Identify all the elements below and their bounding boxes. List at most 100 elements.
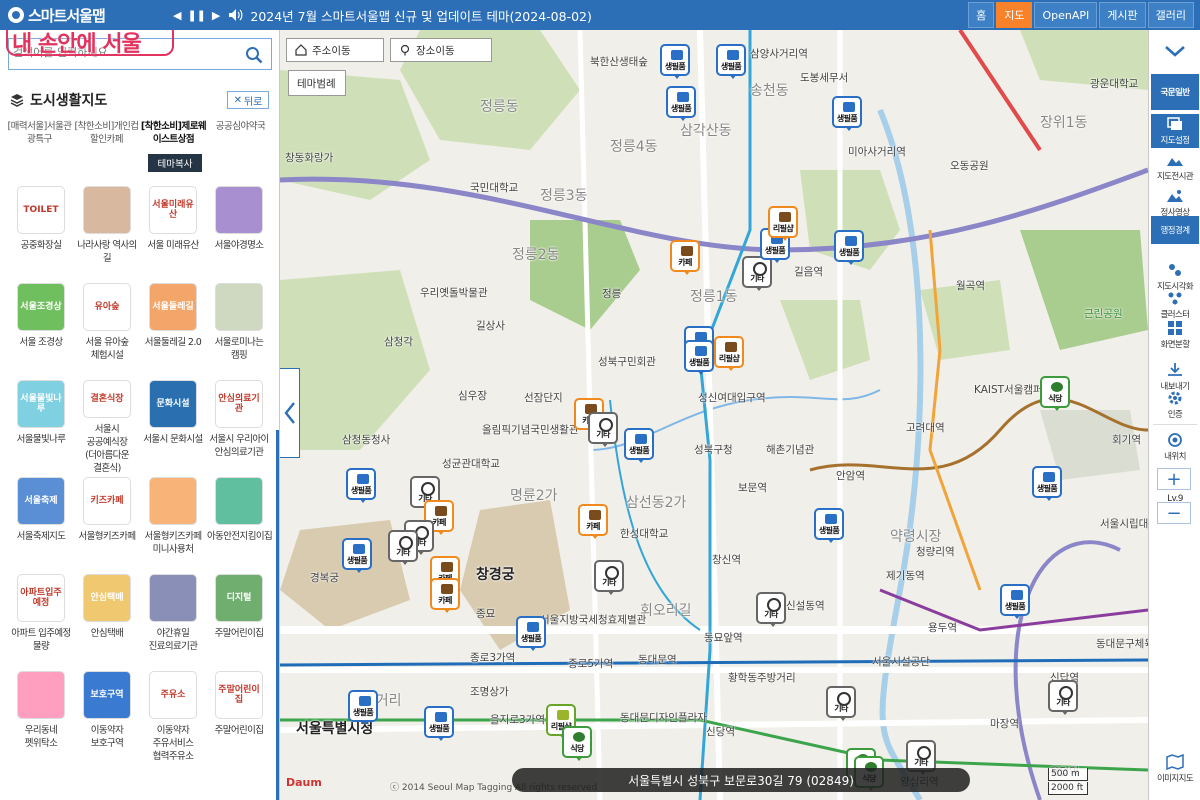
place-move-button[interactable]: 장소이동: [390, 38, 492, 62]
theme-item[interactable]: 주유소 이동약자 주유서비스 협력주유소: [140, 669, 206, 766]
theme-item[interactable]: 결혼식장 서울시 공공예식장(더아름다운 결혼식): [74, 378, 140, 475]
pin-icon: [400, 44, 410, 56]
menu-home[interactable]: 홈: [968, 2, 995, 28]
theme-item[interactable]: 서울미래유산 서울 미래유산: [140, 184, 206, 281]
map-marker-gray[interactable]: 기타: [742, 256, 772, 291]
auth-button[interactable]: 인증: [1151, 388, 1199, 422]
map-place-label: 동묘앞역: [704, 632, 743, 644]
notice[interactable]: 2024년 7월 스마트서울맵 신규 및 업데이트 테마(2024-08-02): [228, 6, 592, 25]
theme-item[interactable]: 서울형키즈카페 미니사용처: [140, 475, 206, 572]
tab-zero-waste[interactable]: [착한소비]제로웨이스트상점: [140, 120, 207, 146]
map-marker-blue[interactable]: 생필품: [424, 706, 454, 741]
theme-item[interactable]: 보호구역 이동약자 보호구역: [74, 669, 140, 766]
theme-item[interactable]: 서울물빛나루 서울물빛나루: [8, 378, 74, 475]
map-marker-blue[interactable]: 생필품: [684, 340, 714, 375]
pause-icon[interactable]: ❚❚: [187, 9, 205, 22]
theme-item[interactable]: 서울축제 서울축제지도: [8, 475, 74, 572]
next-icon[interactable]: ▶: [212, 9, 220, 22]
map-view[interactable]: 주소이동 장소이동 테마범례 북한산생태숲 정릉동 삼각산동 송천동 도봉세무서 정릉4동…: [280, 30, 1148, 800]
theme-item[interactable]: TOILET 공중화장실: [8, 184, 74, 281]
map-base-button[interactable]: 지도전시관: [1151, 150, 1199, 184]
theme-item[interactable]: 야간휴일 진료의료기관: [140, 572, 206, 669]
satellite-icon: [1167, 190, 1183, 202]
sidebar-collapse-button[interactable]: [280, 368, 300, 458]
map-marker-green[interactable]: 식당: [562, 726, 592, 761]
zoom-in-button[interactable]: +: [1157, 468, 1191, 490]
map-marker-blue[interactable]: 생필품: [1032, 466, 1062, 501]
map-marker-blue[interactable]: 생필품: [624, 428, 654, 463]
map-marker-blue[interactable]: 생필품: [516, 616, 546, 651]
map-marker-orange[interactable]: 카페: [578, 504, 608, 539]
map-marker-gray[interactable]: 기타: [388, 530, 418, 565]
theme-item[interactable]: 아파트입주예정 아파트 입주예정 물량: [8, 572, 74, 669]
map-place-label: 오동공원: [950, 160, 989, 172]
menu-openapi[interactable]: OpenAPI: [1034, 2, 1098, 28]
my-location-button[interactable]: 내위치: [1151, 428, 1199, 466]
marker-label: 카페: [678, 258, 692, 267]
smart-seoul-map-app: 스마트서울맵 ◀ ❚❚ ▶ 2024년 7월 스마트서울맵 신규 및 업데이트 …: [0, 0, 1200, 800]
layer-title: 도시생활지도: [10, 90, 107, 110]
admin-boundary-label: 행정경계: [1160, 226, 1190, 236]
cluster-button[interactable]: 클러스터: [1151, 288, 1199, 322]
theme-item[interactable]: 안심의료기관 서울시 우리아이 안심의료기관: [206, 378, 272, 475]
theme-item[interactable]: 디지털 주말어린이집: [206, 572, 272, 669]
image-map-button[interactable]: 이미지지도: [1151, 752, 1199, 786]
map-marker-gray[interactable]: 기타: [826, 686, 856, 721]
tab-night-pharmacy[interactable]: 공공심야약국: [207, 120, 274, 146]
map-marker-blue[interactable]: 생필품: [716, 44, 746, 79]
map-marker-blue[interactable]: 생필품: [666, 86, 696, 121]
menu-map[interactable]: 지도: [996, 2, 1033, 28]
theme-item[interactable]: 문화시설 서울시 문화시설: [140, 378, 206, 475]
right-toolbar: 국문일반 지도설정 지도전시관 정사영상 행정경계 지도시각화 클러스터 화면분…: [1148, 30, 1200, 800]
zoom-out-button[interactable]: −: [1157, 502, 1191, 524]
marker-label: 생필품: [346, 556, 368, 565]
address-move-button[interactable]: 주소이동: [286, 38, 384, 62]
back-button[interactable]: ✕ 뒤로: [227, 91, 269, 109]
theme-item[interactable]: 나라사랑 역사의 길: [74, 184, 140, 281]
map-place-label: 창동화랑가: [285, 152, 334, 164]
theme-item[interactable]: 서울조경상 서울 조경상: [8, 281, 74, 378]
theme-legend-button[interactable]: 테마범례: [288, 70, 346, 96]
map-place-label: 용두역: [928, 622, 957, 634]
map-marker-orange[interactable]: 카페: [430, 578, 460, 613]
map-marker-blue[interactable]: 생필품: [342, 538, 372, 573]
admin-boundary-button[interactable]: 행정경계: [1151, 216, 1199, 244]
prev-icon[interactable]: ◀: [173, 9, 181, 22]
toolbar-collapse-button[interactable]: [1151, 38, 1199, 64]
map-marker-blue[interactable]: 생필품: [1000, 584, 1030, 619]
map-marker-blue[interactable]: 생필품: [660, 44, 690, 79]
map-marker-orange[interactable]: 리필샵: [768, 206, 798, 241]
theme-item[interactable]: 유아숲 서울 유아숲 체험시설: [74, 281, 140, 378]
split-screen-button[interactable]: 화면분할: [1151, 318, 1199, 352]
theme-item[interactable]: 키즈카페 서울형키즈카페: [74, 475, 140, 572]
theme-item[interactable]: 서울로미나는 캠핑: [206, 281, 272, 378]
theme-item[interactable]: 주말어린이집 주말어린이집: [206, 669, 272, 766]
base-map-button[interactable]: 국문일반: [1151, 74, 1199, 110]
menu-board[interactable]: 게시판: [1099, 2, 1146, 28]
tab-cup-discount[interactable]: [착한소비]개인컵할인카페: [73, 120, 140, 146]
theme-item[interactable]: 서울둘레길 서울둘레길 2.0: [140, 281, 206, 378]
theme-item[interactable]: 서울야경명소: [206, 184, 272, 281]
theme-item[interactable]: 아동안전지킴이집: [206, 475, 273, 572]
satellite-button[interactable]: 정사영상: [1151, 186, 1199, 220]
theme-item[interactable]: 안심택배 안심택배: [74, 572, 140, 669]
logo[interactable]: 스마트서울맵: [0, 5, 165, 26]
copy-theme-button[interactable]: 테마복사: [148, 154, 202, 172]
theme-item[interactable]: 우리동네 펫위탁소: [8, 669, 74, 766]
map-marker-gray[interactable]: 기타: [756, 592, 786, 627]
search-icon[interactable]: [245, 46, 263, 64]
menu-gallery[interactable]: 갤러리: [1147, 2, 1194, 28]
map-settings-button[interactable]: 지도설정: [1151, 114, 1199, 148]
map-marker-blue[interactable]: 생필품: [832, 96, 862, 131]
map-marker-gray[interactable]: 기타: [588, 412, 618, 447]
map-marker-blue[interactable]: 생필품: [814, 508, 844, 543]
map-marker-green[interactable]: 식당: [1040, 376, 1070, 411]
map-marker-blue[interactable]: 생필품: [348, 690, 378, 725]
map-marker-orange[interactable]: 카페: [670, 240, 700, 275]
map-marker-orange[interactable]: 리필샵: [714, 336, 744, 371]
map-marker-gray[interactable]: 기타: [594, 560, 624, 595]
map-marker-blue[interactable]: 생필품: [346, 468, 376, 503]
map-marker-gray[interactable]: 기타: [1048, 680, 1078, 715]
map-marker-blue[interactable]: 생필품: [834, 230, 864, 265]
tab-tourism[interactable]: [매력서울]서울관광특구: [6, 120, 73, 146]
